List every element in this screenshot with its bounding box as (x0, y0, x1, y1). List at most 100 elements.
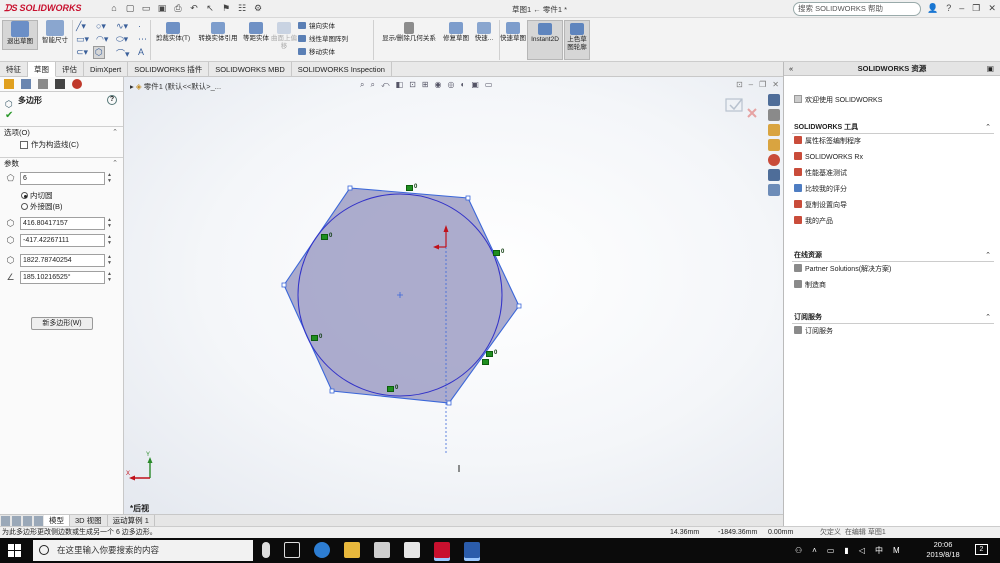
vertex-point[interactable] (465, 195, 471, 201)
help-search-input[interactable]: 搜索 SOLIDWORKS 帮助 (793, 2, 921, 16)
section-header[interactable]: 在线资源 ⌃ (792, 250, 994, 262)
user-icon[interactable]: 👤 (927, 3, 938, 14)
line-icon[interactable]: ╱▾ (76, 21, 86, 32)
tangent-relation-icon[interactable] (486, 351, 493, 357)
tab-sketch[interactable]: 草图 (28, 62, 56, 77)
tab-dimxpert[interactable]: DimXpert (84, 62, 129, 77)
network-icon[interactable]: ▭ (827, 546, 835, 555)
spinner-icon[interactable]: ▲ ▼ (107, 172, 112, 184)
minimize-icon[interactable]: – (959, 3, 964, 14)
file-explorer-icon[interactable] (344, 542, 360, 558)
tool-item[interactable]: 复制设置向导 (792, 198, 994, 214)
text-icon[interactable]: A (138, 47, 144, 57)
file-explorer-icon[interactable] (768, 124, 780, 136)
file-properties-icon[interactable]: ☷ (236, 3, 248, 14)
center-y-input[interactable]: -417.42267111 (20, 234, 105, 247)
instant2d-button[interactable]: Instant2D (527, 20, 563, 60)
design-library-icon[interactable] (768, 109, 780, 121)
scroll-next-icon[interactable] (23, 516, 32, 526)
collapse-icon[interactable]: ⌃ (112, 127, 118, 139)
chevron-up-icon[interactable]: ˄ (812, 546, 817, 555)
ok-check-icon[interactable]: ✔ (0, 109, 123, 123)
taskbar-search-input[interactable]: 在这里输入你要搜索的内容 (33, 540, 253, 561)
tab-evaluate[interactable]: 评估 (56, 62, 84, 77)
tangent-relation-icon[interactable] (493, 250, 500, 256)
vertex-point[interactable] (281, 282, 287, 288)
people-icon[interactable]: ⚇ (795, 546, 802, 555)
tool-item[interactable]: 我的产品 (792, 214, 994, 230)
windows-start-icon[interactable] (8, 544, 21, 557)
construction-checkbox[interactable]: 作为构造线(C) (0, 139, 123, 151)
help-icon[interactable]: ? (107, 95, 117, 105)
options-icon[interactable]: ⚙ (252, 3, 264, 14)
close-icon[interactable]: ✕ (988, 3, 996, 14)
collapse-icon[interactable]: ⌃ (985, 122, 991, 134)
custom-properties-icon[interactable] (768, 169, 780, 181)
scroll-first-icon[interactable] (1, 516, 10, 526)
mail-icon[interactable] (404, 542, 420, 558)
rapid-sketch-button[interactable]: 快速草图 (500, 22, 526, 43)
home-icon[interactable]: ⌂ (108, 3, 120, 14)
taskbar-clock[interactable]: 20:06 2019/8/18 (918, 540, 968, 560)
tool-item[interactable]: 性能基准测试 (792, 166, 994, 182)
exit-sketch-button[interactable]: 退出草图 (2, 20, 38, 50)
appearances-icon[interactable] (768, 154, 780, 166)
spinner-icon[interactable]: ▲ ▼ (107, 254, 112, 266)
forum-icon[interactable] (768, 184, 780, 196)
pin-icon[interactable]: ▣ (987, 62, 994, 76)
centerline-icon[interactable]: ⋯ (138, 34, 147, 45)
tool-item[interactable]: 比较我的评分 (792, 182, 994, 198)
display-relations-button[interactable]: 显示/删除几何关系 (376, 22, 442, 43)
feature-manager-icon[interactable] (4, 79, 14, 89)
ellipse-icon[interactable]: ⬭▾ (116, 34, 128, 45)
fillet-icon[interactable]: ⌒▾ (116, 47, 130, 60)
circle-icon[interactable]: ○▾ (96, 21, 106, 32)
battery-icon[interactable]: ▮ (844, 546, 848, 555)
parameters-group-header[interactable]: 参数 ⌃ (0, 158, 123, 170)
section-header[interactable]: 订阅服务 ⌃ (792, 312, 994, 324)
collapse-pane-icon[interactable]: « (789, 62, 793, 76)
point-icon[interactable]: · (138, 21, 141, 31)
move-entities-button[interactable]: 移动实体 (298, 48, 335, 57)
smart-dimension-button[interactable]: 智能尺寸 (39, 20, 71, 45)
ime-indicator[interactable]: 中 (875, 545, 883, 556)
quick-snaps-button[interactable]: 快速... (470, 22, 498, 43)
tab-addins[interactable]: SOLIDWORKS 插件 (128, 62, 210, 77)
undo-icon[interactable]: ↶ (188, 3, 200, 14)
notification-center-icon[interactable]: 2 (975, 544, 988, 555)
online-item[interactable]: Partner Solutions(解决方案) (792, 262, 994, 278)
collapse-icon[interactable]: ⌃ (985, 312, 991, 324)
open-icon[interactable]: ▭ (140, 3, 152, 14)
spinner-icon[interactable]: ▲ ▼ (107, 271, 112, 283)
vertex-point[interactable] (446, 400, 452, 406)
graphics-area[interactable]: ▸ ◈ 零件1 (默认<<默认>_... ⌕ ⌕ ⤺ ◧ ⊡ ⊞ ◉ ◎ ◐ ▣… (124, 77, 783, 514)
spline-icon[interactable]: ∿▾ (116, 21, 128, 32)
repair-sketch-button[interactable]: 修复草图 (443, 22, 469, 43)
property-manager-icon[interactable] (21, 79, 31, 89)
center-x-input[interactable]: 416.80417157 (20, 217, 105, 230)
trim-entities-button[interactable]: 剪裁实体(T) (152, 22, 194, 43)
dimxpert-manager-icon[interactable] (55, 79, 65, 89)
rectangle-icon[interactable]: ▭▾ (76, 34, 89, 45)
section-header[interactable]: SOLIDWORKS 工具 ⌃ (792, 122, 994, 134)
save-icon[interactable]: ▣ (156, 3, 168, 14)
help-icon[interactable]: ? (946, 3, 951, 14)
radio-button[interactable] (21, 192, 28, 199)
microphone-icon[interactable] (262, 542, 270, 558)
online-item[interactable]: 制造商 (792, 278, 994, 294)
offset-entities-button[interactable]: 等距实体 (242, 22, 270, 43)
sides-input[interactable]: 6 (20, 172, 105, 185)
new-polygon-button[interactable]: 新多边形(W) (31, 317, 93, 330)
tool-item[interactable]: SOLIDWORKS Rx (792, 150, 994, 166)
collapse-icon[interactable]: ⌃ (112, 158, 118, 170)
welcome-link[interactable]: 欢迎使用 SOLIDWORKS (794, 95, 882, 105)
linear-pattern-button[interactable]: 线性草图阵列 (298, 35, 348, 44)
slot-icon[interactable]: ⊂▾ (76, 47, 88, 58)
rebuild-icon[interactable]: ⚑ (220, 3, 232, 14)
convert-entities-button[interactable]: 转换实体引用 (195, 22, 241, 43)
vertex-point[interactable] (329, 388, 335, 394)
home-icon[interactable] (768, 94, 780, 106)
tool-item[interactable]: 属性标签编制程序 (792, 134, 994, 150)
tab-inspection[interactable]: SOLIDWORKS Inspection (292, 62, 392, 77)
edge-browser-icon[interactable] (314, 542, 330, 558)
